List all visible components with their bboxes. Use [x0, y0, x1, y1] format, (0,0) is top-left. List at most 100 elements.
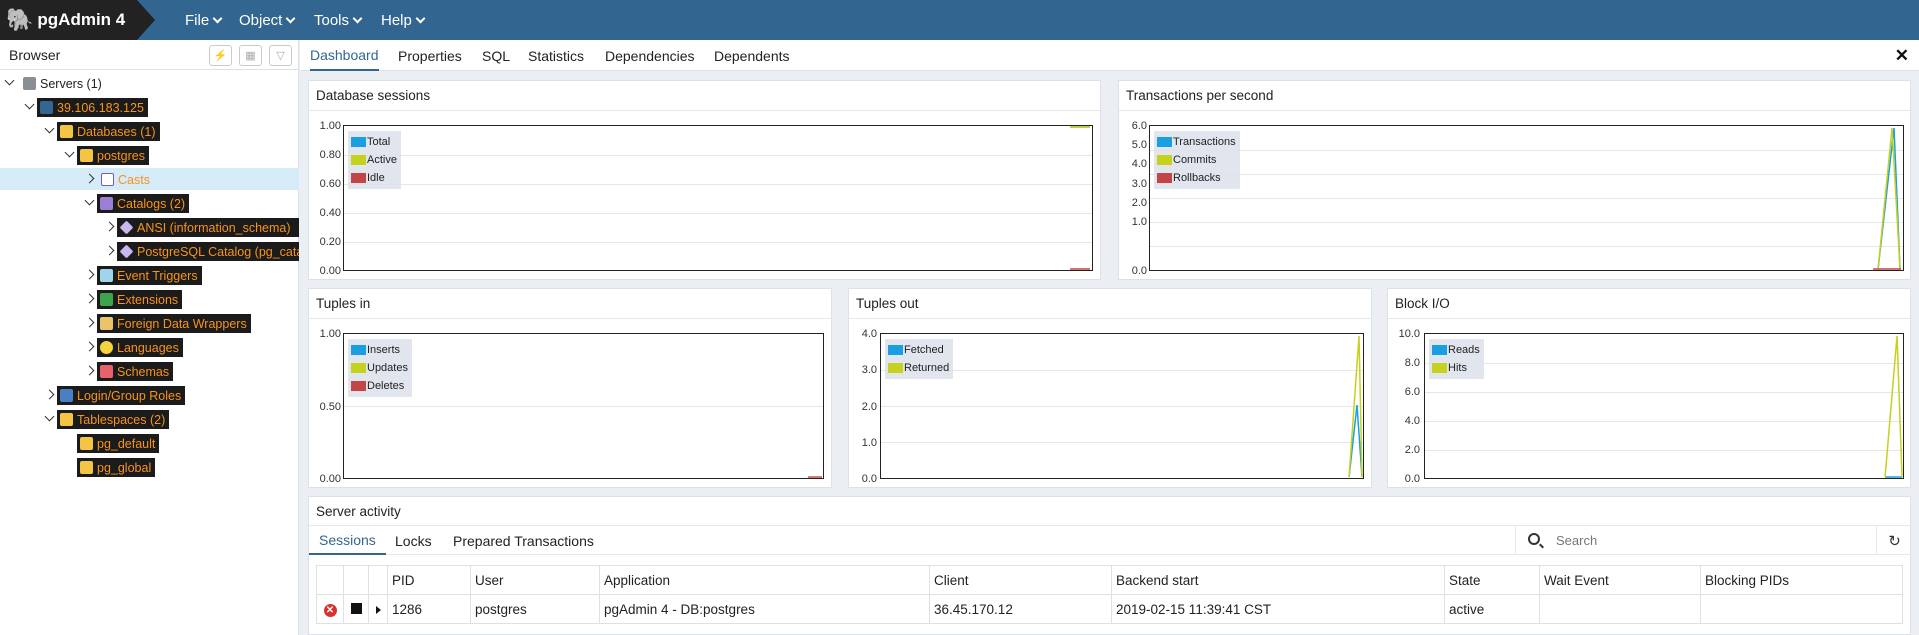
tree-node-postgres-db[interactable]: postgres [0, 144, 299, 166]
tuples-in-lines [808, 476, 823, 478]
tab-sql[interactable]: SQL [482, 40, 510, 71]
sessions-table: PID User Application Client Backend star… [316, 565, 1903, 624]
chevron-right-icon[interactable] [104, 245, 115, 256]
terminate-session-icon[interactable]: ✕ [323, 604, 337, 617]
expand-row-icon[interactable] [375, 605, 381, 614]
tps-lines [1873, 127, 1902, 270]
menu-tools[interactable]: Tools [314, 0, 363, 40]
chart-title: Block I/O [1388, 289, 1910, 319]
chevron-down-icon[interactable] [44, 123, 55, 134]
tree-node-server[interactable]: 39.106.183.125 [0, 96, 299, 118]
tree-node-servers[interactable]: Servers (1) [0, 72, 299, 94]
table-row[interactable]: ✕ 1286 postgres pgAdmin 4 - DB:postgres … [316, 594, 1903, 624]
search-input[interactable] [1556, 530, 1866, 551]
tree-node-pg-global[interactable]: pg_global [0, 456, 299, 478]
chart-title: Tuples in [309, 289, 831, 319]
legend-item: Commits [1157, 151, 1236, 169]
tablespace-folder-icon [80, 437, 93, 450]
chevron-down-icon[interactable] [84, 195, 95, 206]
refresh-button[interactable]: ↻ [1876, 526, 1912, 555]
tab-prepared-transactions[interactable]: Prepared Transactions [453, 526, 594, 555]
chevron-right-icon[interactable] [84, 173, 95, 184]
legend-label: Fetched [904, 344, 944, 356]
tree-node-tablespaces[interactable]: Tablespaces (2) [0, 408, 299, 430]
y-tick: 2.0 [1131, 197, 1147, 209]
legend-swatch [351, 173, 366, 183]
tree-node-languages[interactable]: Languages [0, 336, 299, 358]
tree-node-databases[interactable]: Databases (1) [0, 120, 299, 142]
chart-panel-block-io: Block I/O 10.0 8.0 6.0 4.0 2.0 0.0 Reads… [1387, 288, 1911, 488]
chevron-right-icon[interactable] [84, 269, 95, 280]
menu-help[interactable]: Help [381, 0, 426, 40]
tuples-out-plot-area: Fetched Returned [880, 333, 1364, 479]
tree-node-casts[interactable]: Casts [0, 168, 299, 190]
tab-dependents[interactable]: Dependents [714, 40, 790, 71]
col-user[interactable]: User [470, 565, 600, 595]
chevron-right-icon[interactable] [84, 293, 95, 304]
series-hits-line [1884, 335, 1903, 478]
chevron-right-icon[interactable] [84, 317, 95, 328]
legend-item: Reads [1432, 341, 1480, 359]
query-tool-button[interactable]: ⚡ [209, 45, 232, 66]
chevron-right-icon[interactable] [104, 221, 115, 232]
tab-dashboard[interactable]: Dashboard [310, 40, 379, 71]
language-icon [100, 341, 113, 354]
cancel-query-icon[interactable] [350, 602, 362, 614]
chevron-down-icon[interactable] [4, 75, 15, 86]
chevron-down-icon[interactable] [24, 99, 35, 110]
legend-label: Inserts [367, 344, 401, 356]
tab-sessions[interactable]: Sessions [309, 526, 386, 555]
chevron-right-icon[interactable] [84, 365, 95, 376]
col-wait-event[interactable]: Wait Event [1539, 565, 1701, 595]
tree-node-catalogs[interactable]: Catalogs (2) [0, 192, 299, 214]
legend-label: Transactions [1173, 136, 1236, 148]
tree-node-schemas[interactable]: Schemas [0, 360, 299, 382]
tree-node-label: pg_default [97, 436, 156, 451]
col-backend-start[interactable]: Backend start [1111, 565, 1445, 595]
tree-node-label: Catalogs (2) [117, 196, 186, 211]
tree-node-login-roles[interactable]: Login/Group Roles [0, 384, 299, 406]
view-data-button[interactable]: ▦ [239, 45, 262, 66]
close-panel-icon[interactable]: ✕ [1895, 46, 1909, 66]
col-application[interactable]: Application [599, 565, 930, 595]
chevron-down-icon[interactable] [44, 411, 55, 422]
tab-statistics[interactable]: Statistics [528, 40, 584, 71]
postgres-server-icon [40, 101, 53, 114]
tree-node-fdw[interactable]: Foreign Data Wrappers [0, 312, 299, 334]
tree-node-catalog-pg[interactable]: PostgreSQL Catalog (pg_catalog) [0, 240, 299, 262]
tuples-out-lines [1348, 335, 1363, 478]
brand[interactable]: 🐘 pgAdmin 4 [0, 0, 155, 40]
col-blocking-pids[interactable]: Blocking PIDs [1700, 565, 1903, 595]
table-header-row: PID User Application Client Backend star… [316, 565, 1903, 595]
tree-node-label-wrap: pg_default [77, 434, 160, 453]
legend-swatch [351, 345, 366, 355]
filter-button[interactable]: ▽ [269, 45, 292, 66]
tree-node-label-wrap: Event Triggers [97, 266, 202, 285]
chevron-right-icon[interactable] [44, 389, 55, 400]
y-tick: 2.0 [861, 401, 877, 413]
browser-header: Browser ⚡ ▦ ▽ [0, 40, 298, 70]
tree-node-label-wrap: pg_global [77, 458, 156, 477]
tree-node-label: ANSI (information_schema) [137, 220, 291, 235]
y-tick: 1.0 [861, 437, 877, 449]
menu-file[interactable]: File [185, 0, 223, 40]
chevron-down-icon[interactable] [64, 147, 75, 158]
col-client[interactable]: Client [929, 565, 1112, 595]
y-tick: 5.0 [1131, 139, 1147, 151]
col-state[interactable]: State [1444, 565, 1540, 595]
tree-node-event-triggers[interactable]: Event Triggers [0, 264, 299, 286]
chevron-down-icon [415, 13, 426, 23]
tree-node-label: Casts [118, 172, 150, 187]
tree-node-extensions[interactable]: Extensions [0, 288, 299, 310]
tab-locks[interactable]: Locks [395, 526, 432, 555]
tree-node-pg-default[interactable]: pg_default [0, 432, 299, 454]
menu-object[interactable]: Object [239, 0, 296, 40]
col-pid[interactable]: PID [387, 565, 471, 595]
tab-dependencies[interactable]: Dependencies [605, 40, 695, 71]
chevron-right-icon[interactable] [84, 341, 95, 352]
tree-node-catalog-ansi[interactable]: ANSI (information_schema) [0, 216, 299, 238]
legend-item: Rollbacks [1157, 169, 1236, 187]
tuples-in-plot-area: Inserts Updates Deletes [343, 333, 824, 479]
tree-node-label: 39.106.183.125 [57, 100, 144, 115]
tab-properties[interactable]: Properties [398, 40, 462, 71]
